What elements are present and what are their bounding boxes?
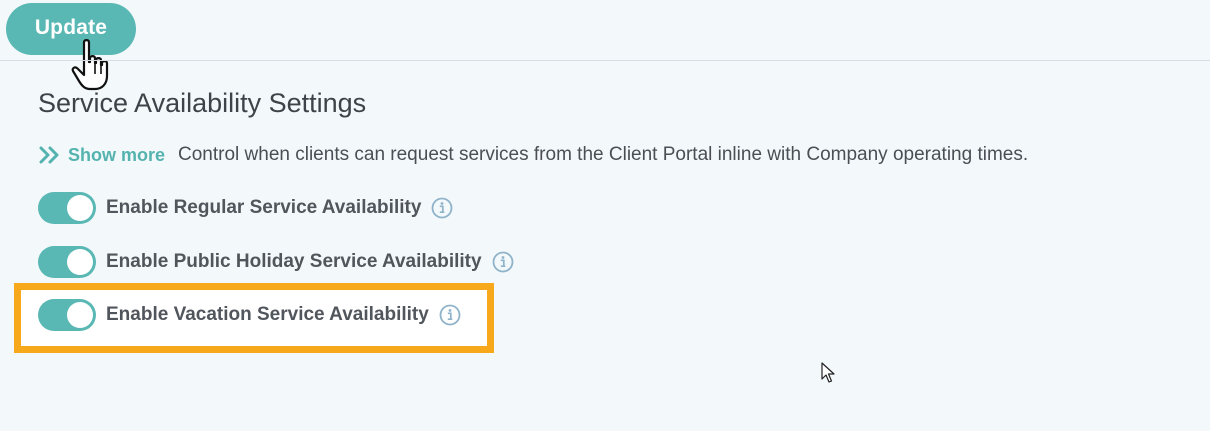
vacation-availability-label: Enable Vacation Service Availability: [106, 304, 429, 325]
toggle-knob: [67, 195, 93, 221]
regular-availability-label: Enable Regular Service Availability: [106, 197, 422, 218]
setting-row-public-holiday: Enable Public Holiday Service Availabili…: [38, 245, 514, 279]
toolbar-divider: [0, 60, 1210, 61]
info-icon[interactable]: [439, 304, 461, 326]
double-chevron-right-icon[interactable]: [38, 145, 62, 165]
public-holiday-availability-toggle[interactable]: [38, 246, 96, 278]
section-description: Control when clients can request service…: [178, 144, 1029, 165]
show-more-link[interactable]: Show more: [68, 145, 165, 166]
info-icon[interactable]: [431, 197, 453, 219]
toggle-knob: [67, 249, 93, 275]
update-button[interactable]: Update: [6, 3, 136, 55]
description-row: Show more Control when clients can reque…: [38, 140, 1028, 170]
arrow-pointer-icon: [821, 362, 835, 383]
vacation-availability-toggle[interactable]: [38, 299, 96, 331]
setting-row-regular: Enable Regular Service Availability: [38, 191, 453, 225]
toggle-knob: [67, 302, 93, 328]
section-title: Service Availability Settings: [38, 88, 367, 118]
info-icon[interactable]: [492, 251, 514, 273]
setting-row-vacation: Enable Vacation Service Availability: [38, 298, 461, 332]
regular-availability-toggle[interactable]: [38, 192, 96, 224]
public-holiday-availability-label: Enable Public Holiday Service Availabili…: [106, 251, 482, 272]
